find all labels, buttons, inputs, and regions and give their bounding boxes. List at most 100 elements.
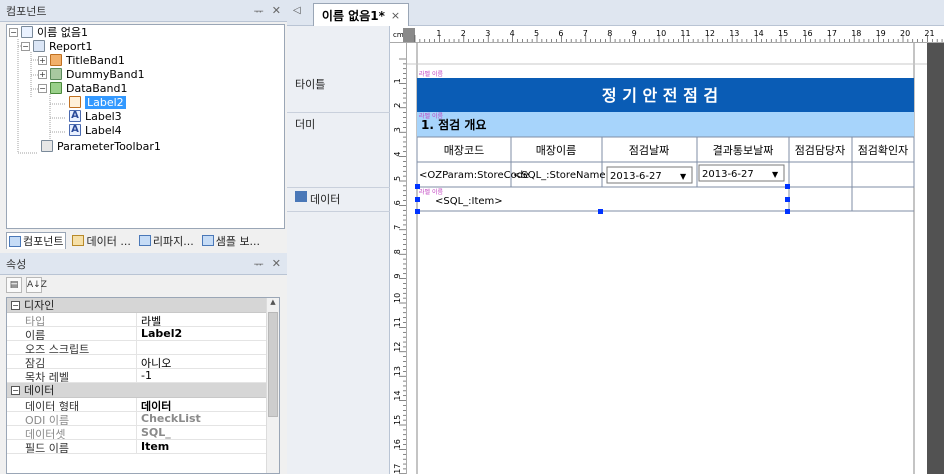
horizontal-ruler: cm 1 2 3 4 5 6 7 8 9 10 11 12 13 14 15 16 17 18 19 20 21 <box>390 26 944 43</box>
collapse-toggle-icon[interactable]: − <box>9 27 18 37</box>
properties-scrollbar[interactable]: ▲ <box>266 298 279 473</box>
ruler-number: 7 <box>583 29 588 38</box>
vertical-ruler: 1234567891011121314151617 <box>390 43 407 474</box>
property-value[interactable] <box>137 341 279 354</box>
tab-repository[interactable]: 리파지... <box>137 232 196 249</box>
property-value[interactable]: 데이터 <box>137 398 279 411</box>
property-value[interactable]: CheckList <box>137 412 279 425</box>
category-data[interactable]: − 데이터 <box>7 383 279 398</box>
expand-toggle-icon[interactable]: + <box>38 55 47 65</box>
band-label: 더미 <box>295 118 316 131</box>
band-data[interactable]: 데이터 <box>287 188 390 212</box>
ruler-number: 1 <box>436 29 441 38</box>
property-row[interactable]: 이름 Label2 <box>7 327 279 341</box>
check-date-picker[interactable]: 2013-6-27 ▼ <box>606 166 693 184</box>
section-header-bar[interactable] <box>417 112 914 137</box>
band-label: 타이틀 <box>295 78 326 91</box>
property-key: 이름 <box>7 327 137 340</box>
property-value[interactable]: Label2 <box>137 327 279 340</box>
tab-document[interactable]: 이름 없음1* × <box>313 3 409 26</box>
tab-data[interactable]: 데이터 ... <box>70 232 132 249</box>
property-value[interactable]: -1 <box>137 369 279 382</box>
canvas-scrollbar[interactable] <box>927 43 944 474</box>
tree-node-report1[interactable]: − Report1 <box>21 39 92 53</box>
column-header: 점검날짜 <box>629 144 669 157</box>
scroll-thumb[interactable] <box>268 312 278 417</box>
tab-label: 컴포넌트 <box>23 235 64 248</box>
title-band-icon <box>50 54 62 66</box>
dropdown-arrow-icon[interactable]: ▼ <box>680 172 687 181</box>
tree-node-titleband1[interactable]: + TitleBand1 <box>38 53 125 67</box>
ruler-number: 11 <box>680 29 690 38</box>
label-name-tag: 라벨 이름 <box>419 188 443 196</box>
categorized-view-icon[interactable]: ▤ <box>6 277 22 293</box>
ruler-number: 5 <box>393 176 402 181</box>
tree-node-root[interactable]: − 이름 없음1 <box>9 25 88 39</box>
label-icon: A <box>69 110 81 122</box>
dropdown-arrow-icon[interactable]: ▼ <box>772 170 779 179</box>
property-row[interactable]: 데이터 형태 데이터 <box>7 398 279 412</box>
notify-date-picker[interactable]: 2013-6-27 ▼ <box>698 164 785 182</box>
property-value[interactable]: 라벨 <box>137 313 279 326</box>
pin-icon[interactable]: ᅲ <box>254 256 264 272</box>
close-icon[interactable]: ✕ <box>272 4 281 17</box>
property-key: 목차 레벨 <box>7 369 137 382</box>
tab-components[interactable]: 컴포넌트 <box>6 232 67 249</box>
components-tab-icon <box>9 235 21 247</box>
tree-node-label2[interactable]: Label2 <box>69 95 126 109</box>
property-value[interactable]: 아니오 <box>137 355 279 368</box>
components-title: 컴포넌트 <box>6 4 47 18</box>
document-tab-bar: ◁ 이름 없음1* × <box>287 0 944 26</box>
property-row[interactable]: 타입 라벨 <box>7 313 279 327</box>
tree-node-label: ParameterToolbar1 <box>57 139 161 153</box>
report-page[interactable]: 정 기 안 전 점 검 라벨 이름 1. 점검 개요 라벨 이름 매장코드 매장… <box>407 43 944 474</box>
collapse-toggle-icon[interactable]: − <box>11 300 20 310</box>
property-row[interactable]: 필드 이름 Item <box>7 440 279 454</box>
tab-label: 데이터 ... <box>86 234 131 248</box>
ruler-number: 3 <box>485 29 490 38</box>
property-grid[interactable]: − 디자인 타입 라벨 이름 Label2 오즈 스크립트 잠김 아니오 목차 레벨 -1… <box>6 297 280 474</box>
close-icon[interactable]: ✕ <box>272 257 281 270</box>
ruler-number: 5 <box>534 29 539 38</box>
close-tab-icon[interactable]: × <box>391 9 400 22</box>
tree-node-databand1[interactable]: − DataBand1 <box>38 81 128 95</box>
store-name-field[interactable]: <SQL_:StoreName> <box>513 170 614 181</box>
category-design[interactable]: − 디자인 <box>7 298 279 313</box>
band-dummy[interactable]: 더미 <box>287 113 390 188</box>
tree-node-label3[interactable]: A Label3 <box>69 109 122 123</box>
tree-node-label4[interactable]: A Label4 <box>69 123 122 137</box>
category-label: 디자인 <box>24 299 55 312</box>
tree-node-dummyband1[interactable]: + DummyBand1 <box>38 67 145 81</box>
expand-toggle-icon[interactable]: + <box>38 69 47 79</box>
band-title[interactable]: 타이틀 <box>287 73 390 113</box>
property-row[interactable]: 목차 레벨 -1 <box>7 369 279 383</box>
ruler-number: 15 <box>393 415 402 425</box>
pin-icon[interactable]: ᅲ <box>254 3 264 19</box>
tab-sample[interactable]: 샘플 보... <box>200 232 262 249</box>
property-row[interactable]: 잠김 아니오 <box>7 355 279 369</box>
label-name-tag: 라벨 이름 <box>419 70 443 78</box>
property-row[interactable]: 데이터셋 SQL_ <box>7 426 279 440</box>
collapse-toggle-icon[interactable]: − <box>21 41 30 51</box>
tree-node-label: DataBand1 <box>66 81 128 95</box>
collapse-toggle-icon[interactable]: − <box>11 385 20 395</box>
left-panel-tabs: 컴포넌트 데이터 ... 리파지... 샘플 보... <box>6 231 287 250</box>
property-value[interactable]: Item <box>137 440 279 453</box>
label-name-tag: 라벨 이름 <box>419 112 443 120</box>
ruler-margin <box>403 28 415 42</box>
property-row[interactable]: ODI 이름 CheckList <box>7 412 279 426</box>
tab-scroll-left-icon[interactable]: ◁ <box>293 5 301 16</box>
notify-date-value: 2013-6-27 <box>702 169 754 180</box>
properties-header: 속성 ᅲ ✕ <box>0 253 287 275</box>
tree-node-label: 이름 없음1 <box>37 26 88 39</box>
data-item-label[interactable]: <SQL_:Item> <box>435 196 503 207</box>
scroll-up-icon[interactable]: ▲ <box>267 298 279 310</box>
collapse-toggle-icon[interactable]: − <box>38 83 47 93</box>
alphabetical-sort-icon[interactable]: A↓Z <box>26 277 47 293</box>
report-icon <box>33 40 45 52</box>
property-value[interactable]: SQL_ <box>137 426 279 439</box>
tree-node-parametertoolbar1[interactable]: ParameterToolbar1 <box>41 139 161 153</box>
property-row[interactable]: 오즈 스크립트 <box>7 341 279 355</box>
report-canvas[interactable]: 정 기 안 전 점 검 라벨 이름 1. 점검 개요 라벨 이름 매장코드 매장… <box>407 43 944 474</box>
component-tree[interactable]: − 이름 없음1 − Report1 + TitleBand1 + DummyB… <box>6 24 285 229</box>
